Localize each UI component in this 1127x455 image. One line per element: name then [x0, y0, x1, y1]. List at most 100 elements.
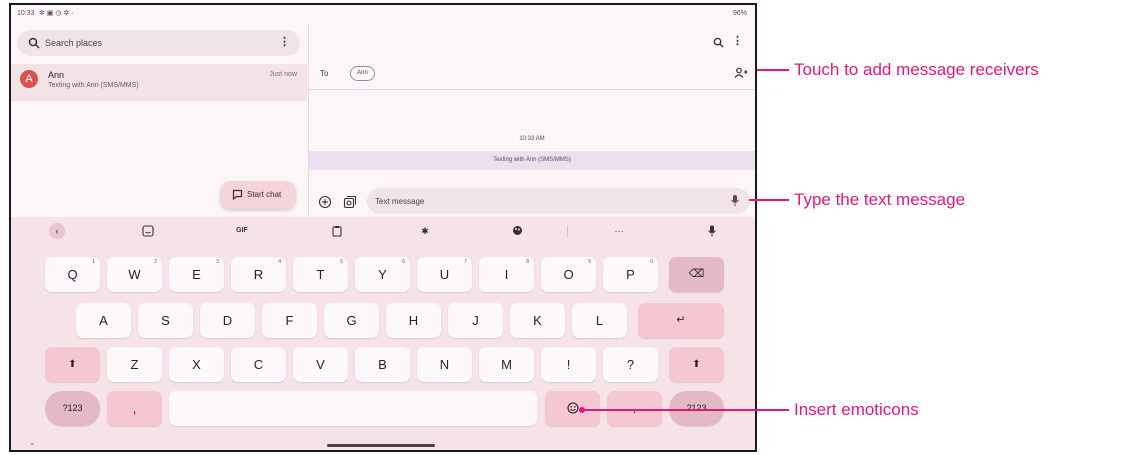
key-question[interactable]: ? — [603, 347, 658, 382]
key-e[interactable]: E3 — [169, 257, 224, 292]
key-p[interactable]: P0 — [603, 257, 658, 292]
key-y[interactable]: Y6 — [355, 257, 410, 292]
key-c[interactable]: C — [231, 347, 286, 382]
key-k[interactable]: K — [510, 303, 565, 338]
camera-gallery-icon[interactable] — [343, 195, 357, 209]
chat-bubble-icon — [232, 189, 243, 200]
avatar: A — [20, 70, 38, 88]
settings-gear-icon[interactable]: ✱ — [417, 223, 433, 239]
key-i[interactable]: I8 — [479, 257, 534, 292]
key-n[interactable]: N — [417, 347, 472, 382]
status-icons: ✲ ▣ ◷ ✲ · — [39, 10, 74, 17]
keyboard-hide-chevron-icon[interactable]: ⌄ — [29, 438, 36, 447]
key-x[interactable]: X — [169, 347, 224, 382]
compose-field[interactable]: Text message — [367, 188, 750, 214]
key-m[interactable]: M — [479, 347, 534, 382]
key-y-hint: 6 — [402, 259, 405, 265]
key-k-label: K — [533, 313, 542, 328]
conversation-subtitle: Texting with Ann (SMS/MMS) — [48, 82, 139, 89]
message-timestamp: 10:33 AM — [519, 136, 545, 142]
key-b-label: B — [378, 357, 387, 372]
key-a[interactable]: A — [76, 303, 131, 338]
gif-button[interactable]: GIF — [229, 223, 255, 239]
key-u[interactable]: U7 — [417, 257, 472, 292]
sticker-icon[interactable] — [140, 223, 156, 239]
search-placeholder: Search places — [45, 38, 103, 48]
key-q[interactable]: Q1 — [45, 257, 100, 292]
palette-icon[interactable] — [509, 223, 525, 239]
start-chat-label: Start chat — [247, 190, 282, 199]
message-pane: ⋮ To Ann 10:33 AM Texting with Ann (SMS/… — [309, 23, 755, 218]
key-y-label: Y — [378, 267, 387, 282]
key-e-label: E — [192, 267, 201, 282]
key-w[interactable]: W2 — [107, 257, 162, 292]
key-g[interactable]: G — [324, 303, 379, 338]
voice-input-icon[interactable] — [704, 223, 720, 239]
key-q-label: Q — [67, 267, 78, 282]
add-people-icon[interactable] — [734, 67, 748, 79]
battery-status: 96% — [732, 10, 747, 17]
smiley-icon — [566, 402, 579, 414]
status-bar: 10:33 ✲ ▣ ◷ ✲ · 96% — [11, 5, 755, 23]
start-chat-button[interactable]: Start chat — [220, 181, 296, 209]
key-q-hint: 1 — [92, 259, 95, 265]
key-b[interactable]: B — [355, 347, 410, 382]
key-z[interactable]: Z — [107, 347, 162, 382]
key-r[interactable]: R4 — [231, 257, 286, 292]
key-c-label: C — [253, 357, 264, 372]
recipient-row: To Ann — [309, 61, 755, 87]
shift-left-key[interactable]: ⬆ — [45, 347, 100, 382]
key-u-label: U — [439, 267, 450, 282]
key-l[interactable]: L — [572, 303, 627, 338]
enter-key[interactable]: ↵ — [638, 303, 724, 338]
key-o-hint: 9 — [588, 259, 591, 265]
key-w-hint: 2 — [154, 259, 157, 265]
key-f-label: F — [285, 313, 294, 328]
key-o[interactable]: O9 — [541, 257, 596, 292]
search-bar[interactable]: Search places ⋮ — [17, 30, 300, 56]
add-attachment-icon[interactable] — [318, 195, 332, 209]
key-h-label: H — [408, 313, 419, 328]
symbols-key[interactable]: ?123 — [45, 391, 100, 426]
key-d-label: D — [222, 313, 233, 328]
key-a-label: A — [99, 313, 108, 328]
shift-right-key[interactable]: ⬆ — [669, 347, 724, 382]
more-options-icon[interactable]: ⋮ — [279, 35, 290, 48]
key-t[interactable]: T5 — [293, 257, 348, 292]
back-arrow-icon[interactable]: ‹ — [49, 223, 65, 239]
key-d[interactable]: D — [200, 303, 255, 338]
microphone-icon[interactable] — [730, 194, 740, 207]
key-j[interactable]: J — [448, 303, 503, 338]
callout-line-text — [749, 199, 789, 201]
key-f[interactable]: F — [262, 303, 317, 338]
callout-line-emoticons — [583, 409, 789, 411]
key-v[interactable]: V — [293, 347, 348, 382]
more-options-icon[interactable]: ⋮ — [732, 34, 743, 47]
key-s[interactable]: S — [138, 303, 193, 338]
callout-add-receivers: Touch to add message receivers — [794, 60, 1039, 79]
navigation-handle[interactable] — [327, 444, 435, 447]
key-v-label: V — [316, 357, 325, 372]
tablet-screen: 10:33 ✲ ▣ ◷ ✲ · 96% Search places ⋮ A An… — [9, 3, 757, 452]
key-z-label: Z — [130, 357, 139, 372]
key-w-label: W — [128, 267, 141, 282]
key-exclamation[interactable]: ! — [541, 347, 596, 382]
comma-key[interactable]: , — [107, 391, 162, 426]
key-s-label: S — [161, 313, 170, 328]
key-t-hint: 5 — [340, 259, 343, 265]
more-icon[interactable]: ··· — [611, 223, 627, 239]
clipboard-icon[interactable] — [329, 223, 345, 239]
key-h[interactable]: H — [386, 303, 441, 338]
spacebar-key[interactable] — [169, 391, 537, 426]
key-r-hint: 4 — [278, 259, 281, 265]
key-m-label: M — [501, 357, 512, 372]
search-icon[interactable] — [713, 37, 724, 48]
toolbar-divider — [567, 225, 568, 237]
backspace-key[interactable]: ⌫ — [669, 257, 724, 292]
key-l-label: L — [595, 313, 604, 328]
key-o-label: O — [563, 267, 574, 282]
key-p-hint: 0 — [650, 259, 653, 265]
recipient-chip[interactable]: Ann — [350, 66, 375, 81]
conversation-item[interactable]: A Ann Texting with Ann (SMS/MMS) Just no… — [11, 64, 307, 101]
key-r-label: R — [253, 267, 264, 282]
